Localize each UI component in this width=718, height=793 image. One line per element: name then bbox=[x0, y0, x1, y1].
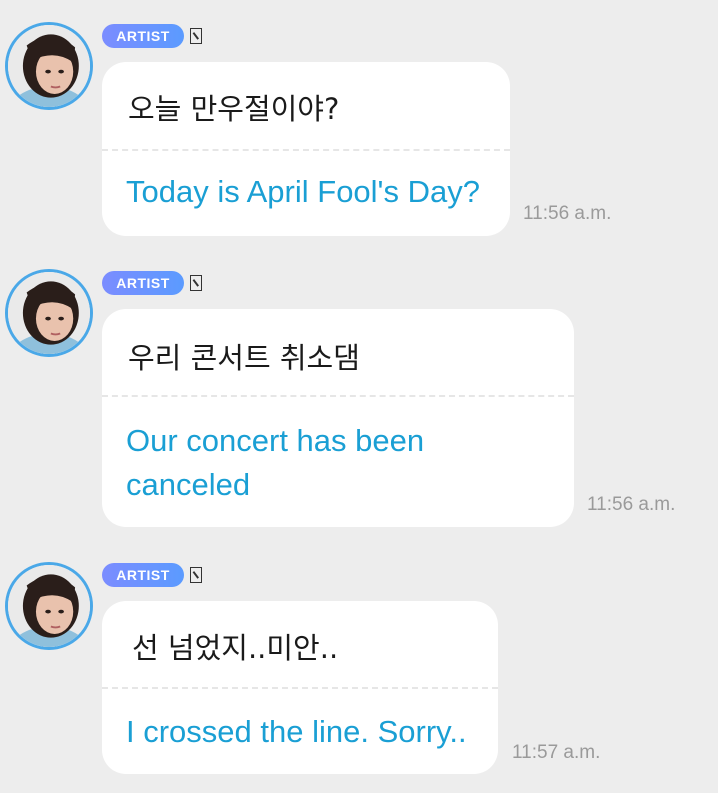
translated-text: Our concert has been canceled bbox=[126, 423, 425, 502]
message-timestamp: 11:57 a.m. bbox=[512, 742, 601, 763]
translated-text: I crossed the line. Sorry.. bbox=[126, 714, 467, 749]
message-timestamp: 11:56 a.m. bbox=[523, 203, 612, 224]
avatar[interactable] bbox=[5, 269, 93, 357]
avatar-photo-icon bbox=[8, 25, 90, 107]
message-bubble[interactable]: 우리 콘서트 취소댐 Our concert has been canceled bbox=[102, 309, 574, 527]
badge-mark-icon bbox=[190, 567, 202, 583]
avatar[interactable] bbox=[5, 562, 93, 650]
original-text: 선 넘었지..미안.. bbox=[132, 631, 339, 665]
original-text: 우리 콘서트 취소댐 bbox=[128, 341, 360, 375]
message-bubble[interactable]: 오늘 만우절이야? Today is April Fool's Day? bbox=[102, 62, 510, 236]
message-bubble[interactable]: 선 넘었지..미안.. I crossed the line. Sorry.. bbox=[102, 601, 498, 774]
artist-badge: ARTIST bbox=[102, 271, 184, 295]
bubble-divider bbox=[102, 395, 574, 397]
translated-text: Today is April Fool's Day? bbox=[126, 174, 480, 209]
bubble-divider bbox=[102, 687, 498, 689]
original-text: 오늘 만우절이야? bbox=[128, 92, 340, 126]
avatar[interactable] bbox=[5, 22, 93, 110]
avatar-photo-icon bbox=[8, 565, 90, 647]
badge-mark-icon bbox=[190, 275, 202, 291]
artist-badge: ARTIST bbox=[102, 24, 184, 48]
message-timestamp: 11:56 a.m. bbox=[587, 494, 676, 515]
artist-badge: ARTIST bbox=[102, 563, 184, 587]
badge-mark-icon bbox=[190, 28, 202, 44]
avatar-photo-icon bbox=[8, 272, 90, 354]
bubble-divider bbox=[102, 149, 510, 151]
